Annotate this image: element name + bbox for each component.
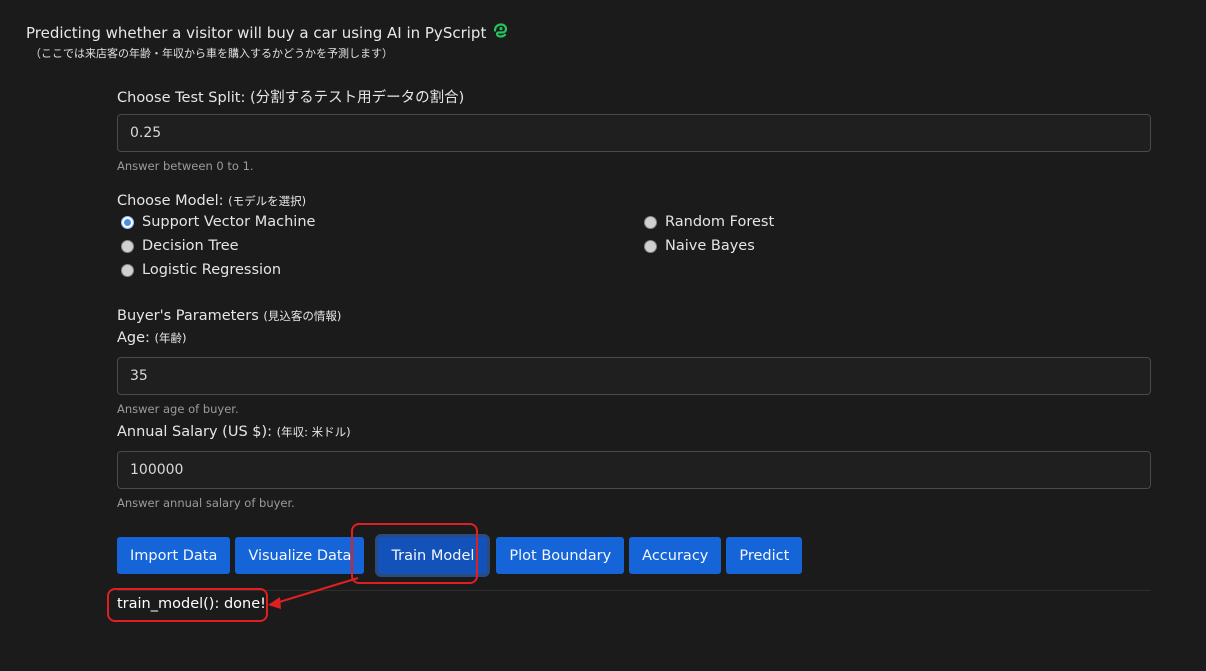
callout-arrow-icon <box>268 577 359 609</box>
